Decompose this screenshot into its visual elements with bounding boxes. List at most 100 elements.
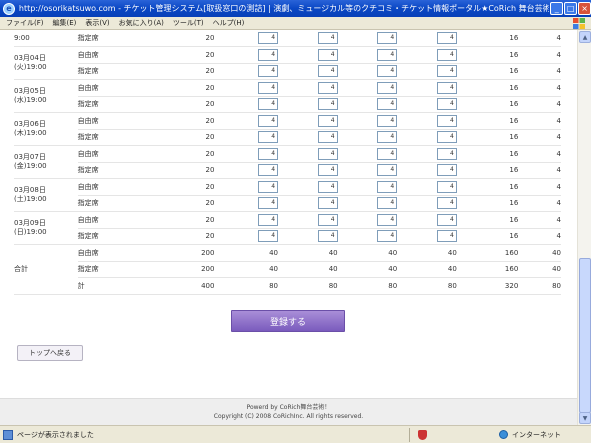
quota-input[interactable]: 4 xyxy=(258,65,279,78)
quota-input[interactable]: 4 xyxy=(317,147,338,160)
quota-input-cell: 4 xyxy=(278,228,338,245)
quota-input[interactable]: 4 xyxy=(436,131,457,144)
quota-input[interactable]: 4 xyxy=(317,81,338,94)
quota-input[interactable]: 4 xyxy=(258,213,279,226)
menu-view[interactable]: 表示(V) xyxy=(85,18,109,28)
quota-input[interactable]: 4 xyxy=(377,131,398,144)
quota-input-cell: 4 xyxy=(214,129,279,146)
quota-input[interactable]: 4 xyxy=(436,48,457,61)
quota-input[interactable]: 4 xyxy=(258,32,279,44)
quota-input-cell: 4 xyxy=(278,79,338,97)
value-cell: 320 xyxy=(456,277,519,295)
close-button[interactable]: × xyxy=(578,2,591,15)
menu-help[interactable]: ヘルプ(H) xyxy=(213,18,245,28)
quota-input[interactable]: 4 xyxy=(317,48,338,61)
quota-input[interactable]: 4 xyxy=(436,65,457,78)
value-cell: 4 xyxy=(518,228,561,245)
seat-type-cell: 指定席 xyxy=(77,195,134,212)
quota-input[interactable]: 4 xyxy=(436,230,457,243)
menu-bar: ファイル(F) 編集(E) 表示(V) お気に入り(A) ツール(T) ヘルプ(… xyxy=(0,17,591,30)
quota-input[interactable]: 4 xyxy=(377,197,398,210)
performance-date-cell: 03月07日(金)19:00 xyxy=(14,145,78,179)
quota-input[interactable]: 4 xyxy=(377,65,398,78)
seat-type-cell: 自由席 xyxy=(77,178,134,196)
performance-date-cell: 03月05日(水)19:00 xyxy=(14,79,78,113)
quota-input[interactable]: 4 xyxy=(258,147,279,160)
quota-input[interactable]: 4 xyxy=(317,65,338,78)
value-cell: 20 xyxy=(133,162,215,179)
quota-input[interactable]: 4 xyxy=(377,230,398,243)
value-cell: 16 xyxy=(456,79,519,97)
quota-input[interactable]: 4 xyxy=(258,180,279,193)
quota-input[interactable]: 4 xyxy=(258,230,279,243)
quota-input[interactable]: 4 xyxy=(317,98,338,111)
quota-input-cell: 4 xyxy=(214,211,279,229)
value-cell: 16 xyxy=(456,112,519,130)
maximize-button[interactable]: □ xyxy=(564,2,578,15)
quota-input[interactable]: 4 xyxy=(377,180,398,193)
quota-input[interactable]: 4 xyxy=(317,197,338,210)
value-cell: 4 xyxy=(518,30,561,47)
quota-input[interactable]: 4 xyxy=(258,98,279,111)
scroll-up-icon[interactable]: ▲ xyxy=(579,31,591,43)
menu-edit[interactable]: 編集(E) xyxy=(53,18,77,28)
quota-input[interactable]: 4 xyxy=(258,164,279,177)
security-shield-icon xyxy=(418,429,427,440)
quota-input[interactable]: 4 xyxy=(258,114,279,127)
security-zone: インターネット xyxy=(499,430,561,440)
value-cell: 4 xyxy=(518,79,561,97)
quota-input[interactable]: 4 xyxy=(377,32,398,44)
quota-input-cell: 4 xyxy=(214,79,279,97)
quota-input[interactable]: 4 xyxy=(317,180,338,193)
quota-input[interactable]: 4 xyxy=(377,81,398,94)
quota-input-cell: 4 xyxy=(214,96,279,113)
quota-input[interactable]: 4 xyxy=(258,197,279,210)
quota-input[interactable]: 4 xyxy=(377,48,398,61)
vertical-scrollbar[interactable]: ▲ ▼ xyxy=(577,30,591,425)
value-cell: 20 xyxy=(133,228,215,245)
value-cell: 80 xyxy=(397,277,457,295)
quota-input[interactable]: 4 xyxy=(436,114,457,127)
quota-input[interactable]: 4 xyxy=(317,114,338,127)
quota-input[interactable]: 4 xyxy=(436,213,457,226)
quota-input[interactable]: 4 xyxy=(377,213,398,226)
quota-input[interactable]: 4 xyxy=(258,81,279,94)
value-cell: 4 xyxy=(518,178,561,196)
value-cell: 40 xyxy=(337,244,398,262)
menu-tools[interactable]: ツール(T) xyxy=(173,18,204,28)
value-cell: 20 xyxy=(133,178,215,196)
back-to-top-button[interactable]: トップへ戻る xyxy=(17,345,83,361)
quota-input[interactable]: 4 xyxy=(436,147,457,160)
quota-input[interactable]: 4 xyxy=(258,48,279,61)
quota-input[interactable]: 4 xyxy=(436,32,457,44)
internet-globe-icon xyxy=(499,430,508,439)
quota-input[interactable]: 4 xyxy=(436,180,457,193)
quota-input[interactable]: 4 xyxy=(258,131,279,144)
register-button[interactable]: 登録する xyxy=(231,310,345,332)
quota-input[interactable]: 4 xyxy=(317,164,338,177)
quota-input[interactable]: 4 xyxy=(377,98,398,111)
quota-input-cell: 4 xyxy=(397,228,457,245)
scrollbar-thumb[interactable] xyxy=(579,258,591,413)
quota-input[interactable]: 4 xyxy=(377,147,398,160)
quota-input[interactable]: 4 xyxy=(317,213,338,226)
quota-input[interactable]: 4 xyxy=(436,98,457,111)
quota-input[interactable]: 4 xyxy=(377,164,398,177)
minimize-button[interactable]: _ xyxy=(550,2,564,15)
quota-input[interactable]: 4 xyxy=(317,230,338,243)
quota-input-cell: 4 xyxy=(278,30,338,47)
quota-input[interactable]: 4 xyxy=(317,131,338,144)
menu-file[interactable]: ファイル(F) xyxy=(6,18,44,28)
quota-input-cell: 4 xyxy=(337,46,398,64)
value-cell: 4 xyxy=(518,145,561,163)
menu-favorites[interactable]: お気に入り(A) xyxy=(119,18,164,28)
quota-input[interactable]: 4 xyxy=(436,164,457,177)
quota-input[interactable]: 4 xyxy=(436,197,457,210)
quota-input[interactable]: 4 xyxy=(317,32,338,44)
value-cell: 20 xyxy=(133,145,215,163)
performance-date-cell: 03月04日(火)19:00 xyxy=(14,46,78,80)
scroll-down-icon[interactable]: ▼ xyxy=(579,412,591,424)
quota-input[interactable]: 4 xyxy=(436,81,457,94)
quota-input-cell: 4 xyxy=(214,228,279,245)
quota-input[interactable]: 4 xyxy=(377,114,398,127)
